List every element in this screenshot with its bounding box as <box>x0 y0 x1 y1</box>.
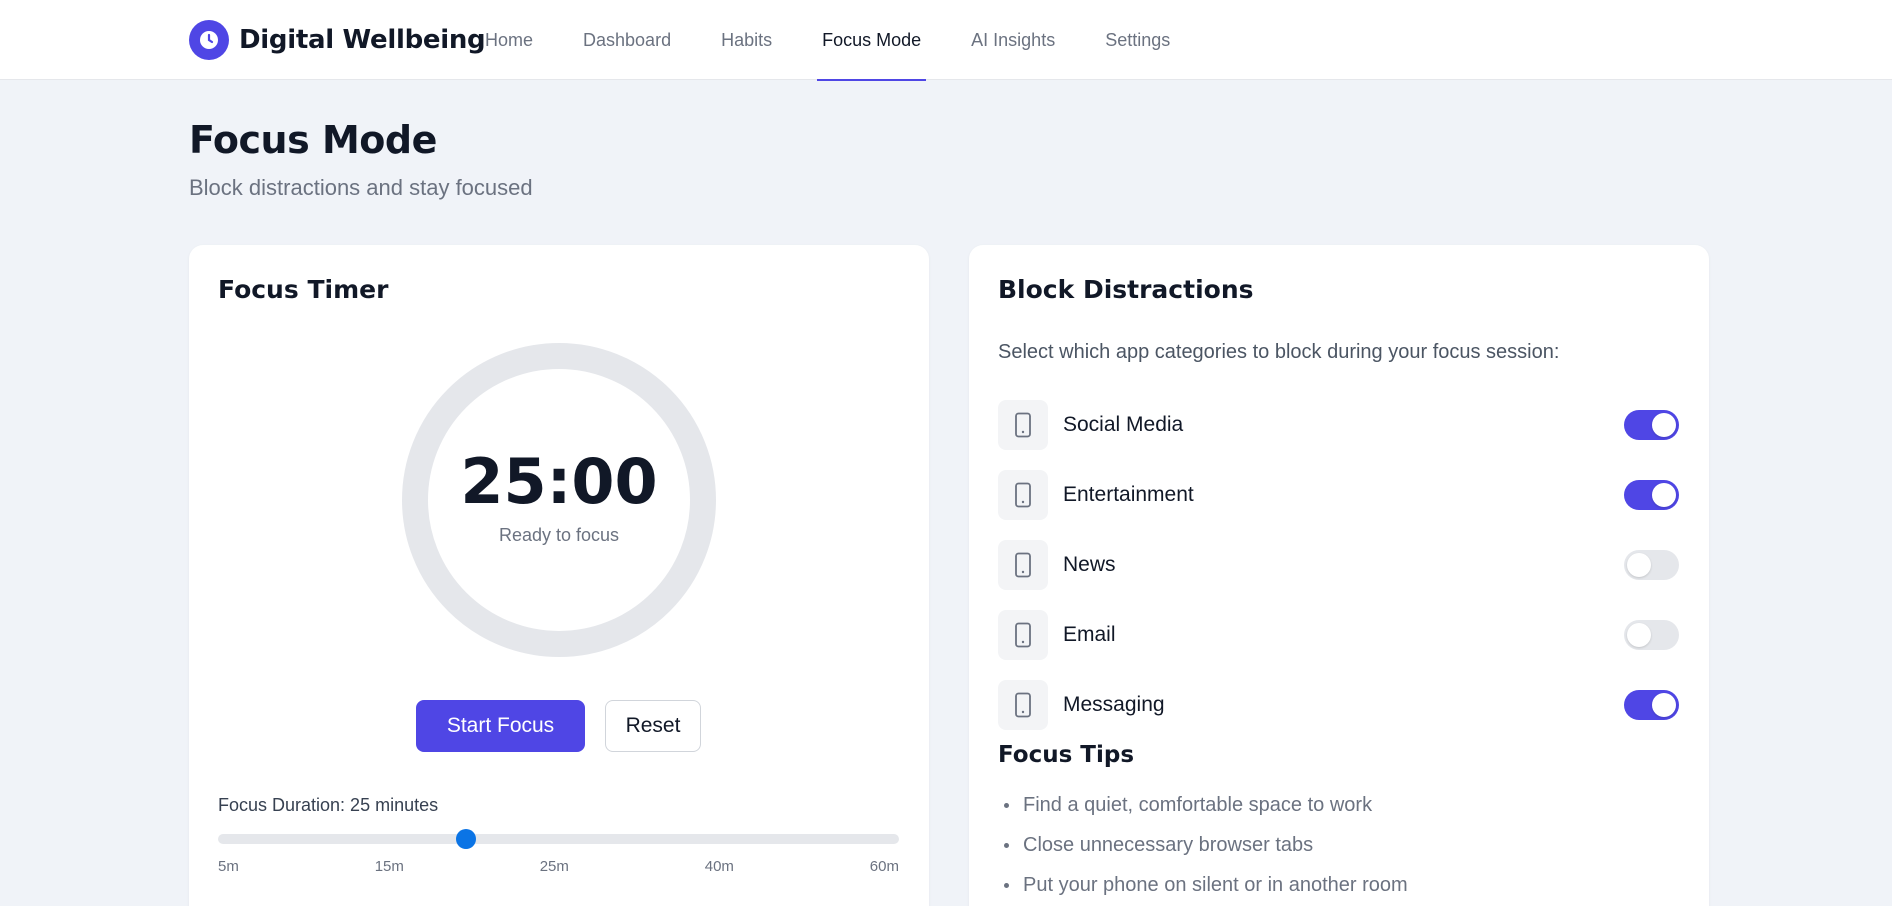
block-row-social-media: Social Media <box>998 390 1679 460</box>
phone-icon <box>998 540 1048 590</box>
nav-item-ai-insights[interactable]: AI Insights <box>966 0 1060 80</box>
timer-status: Ready to focus <box>498 525 620 545</box>
toggle-entertainment[interactable] <box>1624 480 1679 510</box>
nav-item-home[interactable]: Home <box>480 0 538 80</box>
block-row-entertainment: Entertainment <box>998 460 1679 530</box>
nav-item-focus-mode[interactable]: Focus Mode <box>817 0 927 81</box>
focus-tips-title: Focus Tips <box>998 742 1135 768</box>
nav-item-habits[interactable]: Habits <box>716 0 777 80</box>
focus-timer-card: Focus Timer 25:00 Ready to focus Start F… <box>189 245 929 906</box>
toggle-news[interactable] <box>1624 550 1679 580</box>
slider-ticks: 5m 15m 25m 40m 60m <box>218 858 899 878</box>
list-item: Close unnecessary browser tabs <box>998 825 1408 865</box>
toggle-social-media[interactable] <box>1624 410 1679 440</box>
block-row-email: Email <box>998 600 1679 670</box>
card-title: Block Distractions <box>998 275 1254 304</box>
page-subtitle: Block distractions and stay focused <box>189 175 533 200</box>
timer-display: 25:00 <box>460 445 658 518</box>
block-label: Social Media <box>1063 413 1184 436</box>
slider-tick: 25m <box>539 858 569 875</box>
list-item: Find a quiet, comfortable space to work <box>998 785 1408 825</box>
phone-icon <box>998 680 1048 730</box>
phone-icon <box>998 610 1048 660</box>
reset-button[interactable]: Reset <box>605 700 701 752</box>
nav-item-settings[interactable]: Settings <box>1100 0 1175 80</box>
slider-tick: 60m <box>869 858 899 875</box>
page-title: Focus Mode <box>189 118 437 162</box>
block-label: Email <box>1063 623 1116 646</box>
brand-name: Digital Wellbeing <box>239 25 486 55</box>
block-label: Messaging <box>1063 693 1165 716</box>
slider-thumb[interactable] <box>455 829 476 849</box>
clock-icon <box>189 20 229 60</box>
toggle-messaging[interactable] <box>1624 690 1679 720</box>
block-description: Select which app categories to block dur… <box>998 341 1560 363</box>
block-label: News <box>1063 553 1116 576</box>
block-label: Entertainment <box>1063 483 1194 506</box>
focus-tips-list: Find a quiet, comfortable space to work … <box>998 785 1408 905</box>
top-navbar: Digital Wellbeing Home Dashboard Habits … <box>0 0 1892 81</box>
block-row-messaging: Messaging <box>998 670 1679 740</box>
toggle-email[interactable] <box>1624 620 1679 650</box>
nav-item-dashboard[interactable]: Dashboard <box>578 0 676 80</box>
start-focus-button[interactable]: Start Focus <box>416 700 585 752</box>
card-title: Focus Timer <box>218 275 389 304</box>
duration-slider[interactable] <box>218 829 899 849</box>
main-nav: Home Dashboard Habits Focus Mode AI Insi… <box>480 0 1215 81</box>
block-distractions-card: Block Distractions Select which app cate… <box>969 245 1709 906</box>
slider-tick: 15m <box>374 858 404 875</box>
block-row-news: News <box>998 530 1679 600</box>
slider-tick: 40m <box>704 858 734 875</box>
list-item: Put your phone on silent or in another r… <box>998 865 1408 905</box>
block-list: Social Media Entertainment News Email Me… <box>998 390 1679 740</box>
phone-icon <box>998 470 1048 520</box>
duration-label: Focus Duration: 25 minutes <box>218 795 439 815</box>
phone-icon <box>998 400 1048 450</box>
slider-tick: 5m <box>218 858 239 875</box>
brand[interactable]: Digital Wellbeing <box>189 20 486 60</box>
